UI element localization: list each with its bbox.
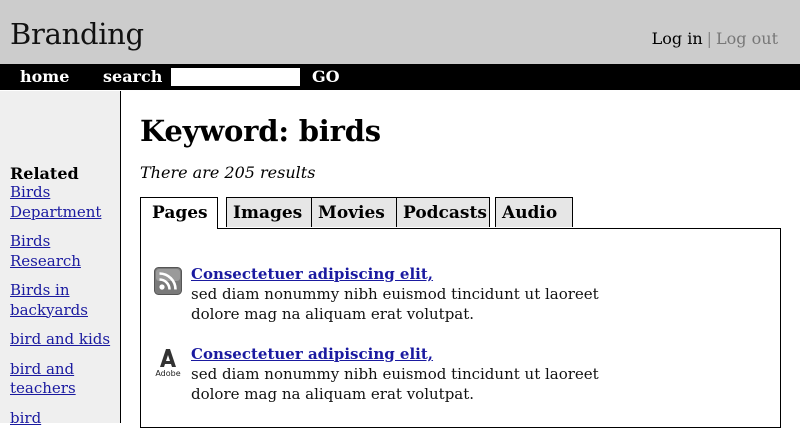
header: Branding Log in | Log out: [0, 0, 800, 64]
results-count: There are 205 results: [140, 163, 316, 182]
result-description-line: dolore mag na aliquam erat volutpat.: [191, 305, 475, 323]
related-item: Birds in backyards: [10, 281, 115, 320]
result-title-link[interactable]: Consectetuer adipiscing elit,: [191, 265, 751, 284]
related-item: bird and teachers: [10, 360, 115, 399]
brand-logo-text: Branding: [10, 17, 144, 51]
search-input[interactable]: [171, 68, 300, 86]
login-link[interactable]: Log in: [652, 29, 703, 48]
related-link-bird[interactable]: bird: [10, 409, 115, 429]
related-item: bird and kids: [10, 330, 115, 350]
page-title: Keyword: birds: [140, 114, 381, 148]
nav-search-label: search: [103, 67, 163, 86]
logout-link[interactable]: Log out: [716, 29, 778, 48]
tab-audio[interactable]: Audio: [495, 197, 573, 227]
adobe-pdf-icon: Adobe: [154, 347, 182, 379]
svg-text:Adobe: Adobe: [155, 369, 180, 378]
result-title-link[interactable]: Consectetuer adipiscing elit,: [191, 345, 751, 364]
nav-bar: home search GO: [0, 64, 800, 90]
related-list: Birds Department Birds Research Birds in…: [10, 183, 115, 438]
related-link-birds-department[interactable]: Birds Department: [10, 183, 115, 222]
go-button[interactable]: GO: [312, 68, 340, 86]
result-item: Consectetuer adipiscing elit, sed diam n…: [191, 345, 751, 404]
tab-pages[interactable]: Pages: [140, 197, 218, 229]
nav-home-link[interactable]: home: [20, 68, 69, 86]
auth-links: Log in | Log out: [652, 29, 778, 49]
auth-separator: |: [706, 29, 713, 48]
result-item: Consectetuer adipiscing elit, sed diam n…: [191, 265, 751, 324]
tab-movies[interactable]: Movies: [311, 197, 397, 227]
rss-icon: [154, 267, 182, 295]
related-heading: Related: [10, 164, 79, 183]
related-link-bird-and-teachers[interactable]: bird and teachers: [10, 360, 115, 399]
results-panel: Consectetuer adipiscing elit, sed diam n…: [140, 228, 781, 428]
sidebar: Related Birds Department Birds Research …: [0, 91, 121, 427]
related-item: Birds Research: [10, 232, 115, 271]
related-item: bird: [10, 409, 115, 429]
related-item: Birds Department: [10, 183, 115, 222]
related-link-birds-research[interactable]: Birds Research: [10, 232, 115, 271]
result-description-line: sed diam nonummy nibh euismod tincidunt …: [191, 285, 599, 303]
related-link-birds-in-backyards[interactable]: Birds in backyards: [10, 281, 115, 320]
result-description-line: sed diam nonummy nibh euismod tincidunt …: [191, 365, 599, 383]
related-link-bird-and-kids[interactable]: bird and kids: [10, 330, 115, 350]
tab-images[interactable]: Images: [226, 197, 312, 227]
result-description-line: dolore mag na aliquam erat volutpat.: [191, 385, 475, 403]
tab-podcasts[interactable]: Podcasts: [396, 197, 490, 227]
